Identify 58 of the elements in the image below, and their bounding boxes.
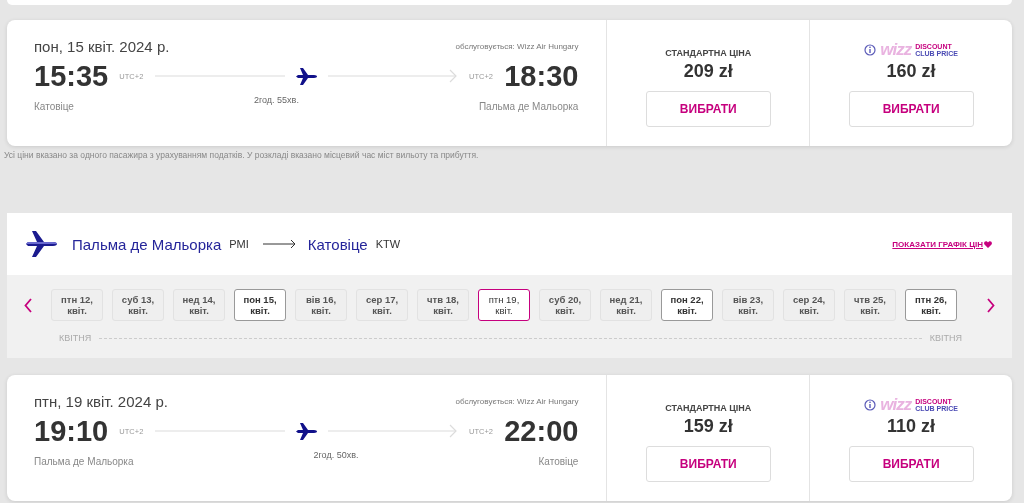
fare-price: 209 zł [683, 61, 733, 82]
date-button[interactable]: нед 21, квіт. [600, 289, 652, 321]
info-icon [864, 399, 877, 411]
flight-duration: 2год. 50хв. [313, 450, 359, 460]
flight-duration: 2год. 55хв. [253, 95, 299, 105]
fare-price: 160 zł [886, 61, 936, 82]
price-chart-link[interactable]: ПОКАЗАТИ ГРАФІК ЦІН [892, 239, 983, 249]
destination-city: Катовіце [307, 235, 368, 253]
date-button[interactable]: сер 17, квіт. [356, 289, 408, 321]
airplane-icon [25, 228, 58, 260]
price-note: Усі ціни вказано за одного пасажира з урахуванням податків. У розкладі вказано місцевий час міст вильоту та прибуття. [4, 149, 480, 162]
airport-code: PMI [229, 238, 249, 250]
select-button[interactable]: ВИБРАТИ [645, 446, 771, 482]
brand-logo: wizz [880, 42, 912, 58]
fare-label: СТАНДАРТНА ЦІНА [665, 403, 752, 413]
date-button[interactable]: пон 22, квіт. [661, 289, 713, 321]
date-button[interactable]: суб 13, квіт. [112, 289, 164, 321]
date-button[interactable]: вів 23, квіт. [722, 289, 774, 321]
date-button[interactable]: чтв 25, квіт. [844, 289, 896, 321]
previous-button[interactable] [24, 297, 33, 313]
fare-price: 110 zł [887, 416, 936, 437]
date-button[interactable]: птн 19, квіт. [478, 289, 530, 321]
select-button[interactable]: ВИБРАТИ [645, 91, 771, 127]
arrival-time: 22:00 [504, 414, 579, 448]
airplane-icon [295, 420, 317, 442]
origin-city: Пальма де Мальорка [72, 235, 222, 253]
arrival-city: Пальма де Мальорка [478, 101, 579, 112]
departure-city: Пальма де Мальорка [34, 456, 134, 467]
airport-code: KTW [375, 238, 401, 250]
select-button[interactable]: ВИБРАТИ [848, 91, 974, 127]
brand-logo: wizz [880, 397, 912, 413]
select-button[interactable]: ВИБРАТИ [848, 446, 974, 482]
date-button[interactable]: чтв 18, квіт. [417, 289, 469, 321]
fare-price: 159 zł [683, 416, 733, 437]
date-button[interactable]: сер 24, квіт. [783, 289, 835, 321]
departure-time: 15:35 [34, 59, 109, 93]
month-label: КВІТНЯ [929, 333, 962, 343]
date-button[interactable]: пон 15, квіт. [234, 289, 286, 321]
month-label: КВІТНЯ [59, 333, 92, 343]
flight-date: птн, 19 квіт. 2024 р. [34, 393, 168, 410]
fare-label: СТАНДАРТНА ЦІНА [665, 48, 752, 58]
departure-city: Катовіце [34, 101, 74, 112]
date-button[interactable]: вів 16, квіт. [295, 289, 347, 321]
arrival-time: 18:30 [504, 59, 579, 93]
arrival-city: Катовіце [538, 456, 579, 467]
next-button[interactable] [986, 297, 995, 313]
arrow-icon [262, 239, 296, 249]
departure-time: 19:10 [34, 414, 109, 448]
airplane-icon [295, 65, 317, 87]
date-button[interactable]: птн 12, квіт. [51, 289, 103, 321]
flight-date: пон, 15 квіт. 2024 р. [34, 38, 170, 55]
date-button[interactable]: суб 20, квіт. [539, 289, 591, 321]
info-icon [864, 44, 877, 56]
date-button[interactable]: нед 14, квіт. [173, 289, 225, 321]
heart-icon [984, 240, 992, 248]
operator-text: обслуговується: Wizz Air Hungary [455, 397, 579, 406]
operator-text: обслуговується: Wizz Air Hungary [455, 42, 579, 51]
date-button[interactable]: птн 26, квіт. [905, 289, 957, 321]
